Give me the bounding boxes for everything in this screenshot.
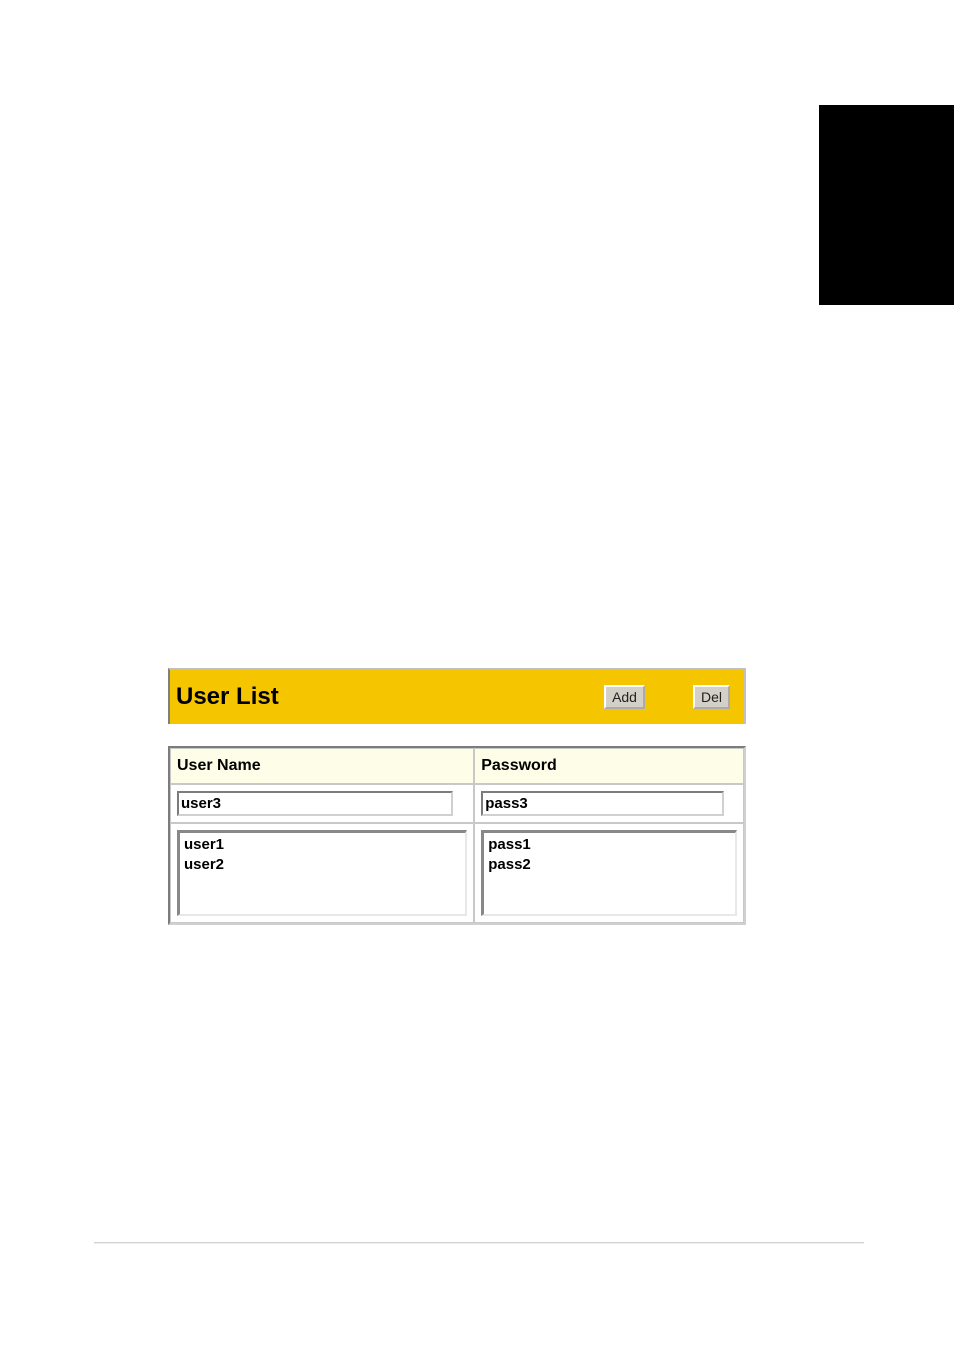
password-input-cell — [474, 784, 744, 823]
decorative-black-block — [819, 105, 954, 305]
del-button[interactable]: Del — [693, 685, 730, 709]
list-row: user1 user2 pass1 pass2 — [170, 823, 744, 923]
title-bar: User List Add Del — [168, 668, 746, 724]
button-group: Add Del — [604, 685, 730, 709]
spacer — [168, 724, 746, 746]
password-listbox[interactable]: pass1 pass2 — [481, 830, 737, 916]
password-list-cell: pass1 pass2 — [474, 823, 744, 923]
panel-title: User List — [176, 683, 604, 711]
add-button[interactable]: Add — [604, 685, 645, 709]
username-listbox[interactable]: user1 user2 — [177, 830, 467, 916]
input-row — [170, 784, 744, 823]
list-item[interactable]: pass2 — [488, 855, 731, 875]
list-item[interactable]: user1 — [184, 835, 461, 855]
username-input[interactable] — [177, 791, 453, 816]
username-list-cell: user1 user2 — [170, 823, 474, 923]
user-list-panel: User List Add Del User Name Password use… — [168, 668, 746, 925]
table-header-row: User Name Password — [170, 748, 744, 784]
password-input[interactable] — [481, 791, 724, 816]
user-table: User Name Password user1 user2 pass1 pas — [168, 746, 746, 925]
header-username: User Name — [170, 748, 474, 784]
list-item[interactable]: pass1 — [488, 835, 731, 855]
list-item[interactable]: user2 — [184, 855, 461, 875]
divider-line — [94, 1242, 864, 1244]
header-password: Password — [474, 748, 744, 784]
username-input-cell — [170, 784, 474, 823]
